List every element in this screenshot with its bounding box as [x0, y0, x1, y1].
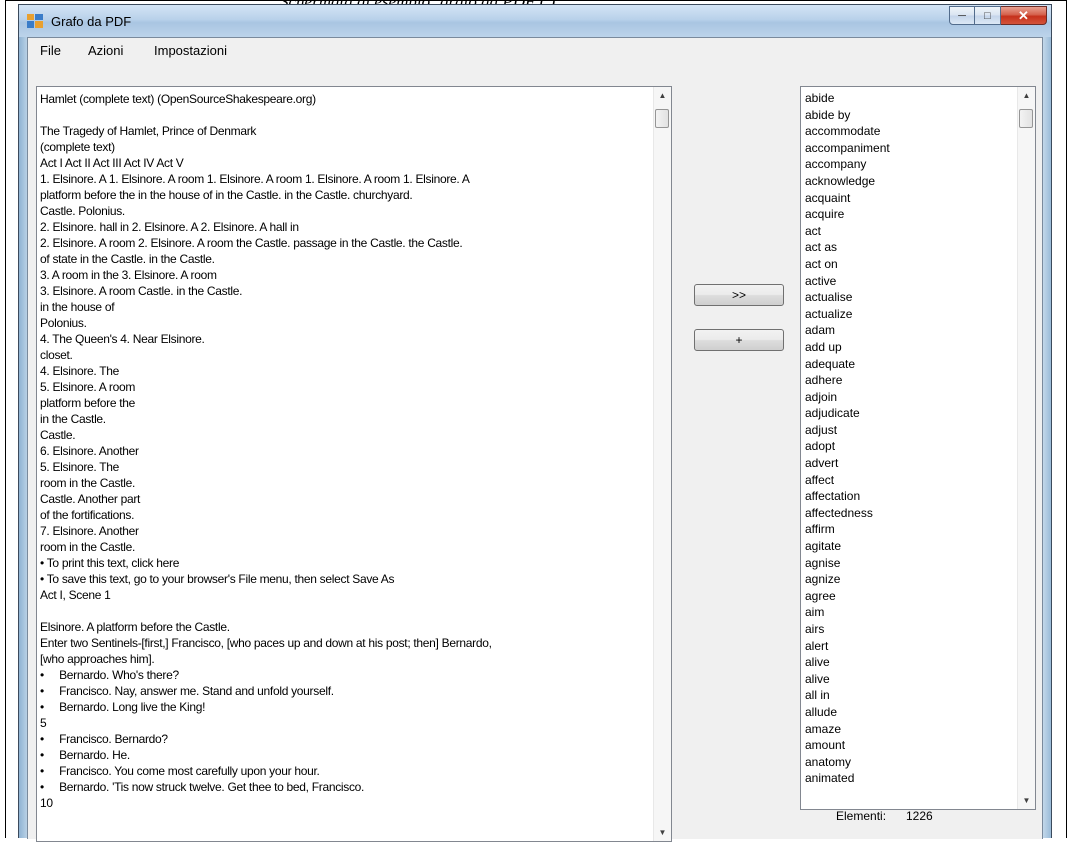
menu-file[interactable]: File [40, 43, 61, 58]
list-item[interactable]: alive [805, 654, 1005, 671]
list-item[interactable]: agnize [805, 571, 1005, 588]
document-border-left [5, 0, 6, 838]
list-item[interactable]: airs [805, 621, 1005, 638]
list-item[interactable]: animated [805, 770, 1005, 787]
list-item[interactable]: affectedness [805, 505, 1005, 522]
pdf-text-content: Hamlet (complete text) (OpenSourceShakes… [40, 92, 492, 810]
list-item[interactable]: acquire [805, 206, 1005, 223]
app-window: Grafo da PDF ─ □ ✕ File Azioni Impostazi… [18, 4, 1052, 842]
list-item[interactable]: aim [805, 604, 1005, 621]
list-item[interactable]: alive [805, 671, 1005, 688]
element-count-value: 1226 [906, 809, 933, 823]
pdf-text-area[interactable]: Hamlet (complete text) (OpenSourceShakes… [36, 86, 672, 842]
list-item[interactable]: acquaint [805, 190, 1005, 207]
text-scroll-thumb[interactable] [655, 109, 669, 128]
text-scrollbar[interactable]: ▲ ▼ [653, 87, 671, 841]
list-item[interactable]: abide [805, 90, 1005, 107]
add-button[interactable]: + [694, 329, 784, 351]
client-area: File Azioni Impostazioni Hamlet (complet… [27, 37, 1043, 842]
maximize-button[interactable]: □ [975, 6, 1001, 25]
close-icon: ✕ [1018, 7, 1029, 23]
list-item[interactable]: adopt [805, 438, 1005, 455]
list-item[interactable]: affirm [805, 521, 1005, 538]
list-item[interactable]: active [805, 273, 1005, 290]
title-bar[interactable]: Grafo da PDF ─ □ ✕ [19, 5, 1051, 37]
list-item[interactable]: act on [805, 256, 1005, 273]
element-count-label: Elementi: [836, 809, 887, 823]
list-item[interactable]: add up [805, 339, 1005, 356]
list-item[interactable]: acknowledge [805, 173, 1005, 190]
list-item[interactable]: anatomy [805, 754, 1005, 771]
list-item[interactable]: actualise [805, 289, 1005, 306]
list-item[interactable]: affect [805, 472, 1005, 489]
list-item[interactable]: all in [805, 687, 1005, 704]
list-scrollbar[interactable]: ▲ ▼ [1017, 87, 1035, 809]
word-list[interactable]: abide abide by accommodate accompaniment acc… [800, 86, 1036, 810]
window-title: Grafo da PDF [51, 14, 132, 29]
scroll-down-icon[interactable]: ▼ [1018, 792, 1035, 809]
scroll-up-icon[interactable]: ▲ [1018, 87, 1035, 104]
list-item[interactable]: allude [805, 704, 1005, 721]
menu-impostazioni[interactable]: Impostazioni [154, 43, 227, 58]
scroll-down-icon[interactable]: ▼ [654, 824, 671, 841]
list-item[interactable]: accompaniment [805, 140, 1005, 157]
word-list-items: abide abide by accommodate accompaniment acc… [805, 90, 1005, 787]
document-border-right [1066, 0, 1067, 838]
list-item[interactable]: agitate [805, 538, 1005, 555]
list-item[interactable]: adhere [805, 372, 1005, 389]
list-item[interactable]: affectation [805, 488, 1005, 505]
list-item[interactable]: act as [805, 239, 1005, 256]
minimize-button[interactable]: ─ [949, 6, 975, 25]
windows-form-icon [27, 14, 43, 28]
list-item[interactable]: agree [805, 588, 1005, 605]
close-button[interactable]: ✕ [1001, 6, 1047, 25]
list-item[interactable]: adjoin [805, 389, 1005, 406]
list-item[interactable]: advert [805, 455, 1005, 472]
list-item[interactable]: adam [805, 322, 1005, 339]
list-item[interactable]: actualize [805, 306, 1005, 323]
menu-bar: File Azioni Impostazioni [28, 38, 1042, 62]
list-item[interactable]: adequate [805, 356, 1005, 373]
list-item[interactable]: amaze [805, 721, 1005, 738]
list-item[interactable]: accompany [805, 156, 1005, 173]
maximize-icon: □ [984, 9, 991, 22]
list-item[interactable]: act [805, 223, 1005, 240]
list-item[interactable]: amount [805, 737, 1005, 754]
list-item[interactable]: abide by [805, 107, 1005, 124]
menu-azioni[interactable]: Azioni [88, 43, 123, 58]
list-item[interactable]: accommodate [805, 123, 1005, 140]
document-border-top [5, 0, 1067, 1]
list-scroll-thumb[interactable] [1019, 109, 1033, 128]
list-item[interactable]: adjudicate [805, 405, 1005, 422]
list-item[interactable]: adjust [805, 422, 1005, 439]
scroll-up-icon[interactable]: ▲ [654, 87, 671, 104]
minimize-icon: ─ [958, 9, 966, 22]
list-item[interactable]: alert [805, 638, 1005, 655]
list-item[interactable]: agnise [805, 555, 1005, 572]
caption-buttons: ─ □ ✕ [949, 6, 1047, 26]
transfer-button[interactable]: >> [694, 284, 784, 306]
